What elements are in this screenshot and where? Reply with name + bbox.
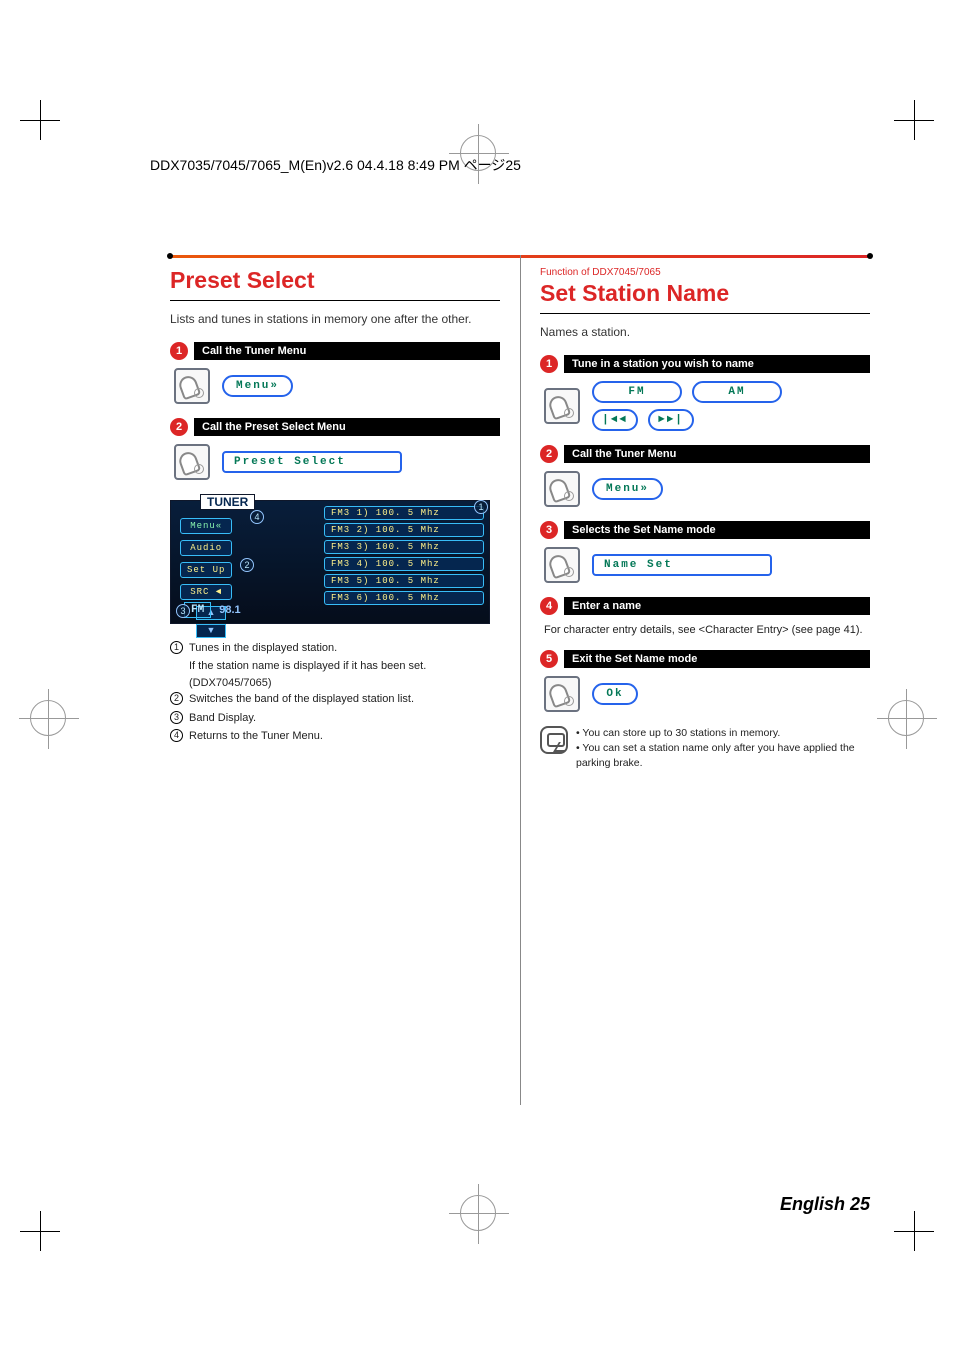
step-number: 1 (540, 355, 558, 373)
step-number: 3 (540, 521, 558, 539)
touch-icon (544, 676, 580, 712)
shot-menu-button[interactable]: Menu« (180, 518, 232, 534)
set-station-name-section: Function of DDX7045/7065 Set Station Nam… (540, 267, 870, 770)
section-title: Preset Select (170, 267, 500, 294)
section-subtitle: Lists and tunes in stations in memory on… (170, 311, 500, 328)
preset-row[interactable]: FM3 2) 100. 5 Mhz (324, 523, 484, 537)
ok-button[interactable]: Ok (592, 683, 638, 705)
preset-row[interactable]: FM3 6) 100. 5 Mhz (324, 591, 484, 605)
touch-icon (544, 547, 580, 583)
preset-row[interactable]: FM3 5) 100. 5 Mhz (324, 574, 484, 588)
step-title: Call the Preset Select Menu (194, 418, 500, 436)
preset-select-section: Preset Select Lists and tunes in station… (170, 267, 500, 770)
step-title: Selects the Set Name mode (564, 521, 870, 539)
prev-button[interactable]: |◄◄ (592, 409, 638, 431)
am-button[interactable]: AM (692, 381, 782, 403)
touch-icon (174, 368, 210, 404)
step-number: 2 (540, 445, 558, 463)
fm-button[interactable]: FM (592, 381, 682, 403)
step-title: Tune in a station you wish to name (564, 355, 870, 373)
step-number: 4 (540, 597, 558, 615)
next-button[interactable]: ►►| (648, 409, 694, 431)
note-text: • You can store up to 30 stations in mem… (576, 726, 870, 741)
note-icon (540, 726, 568, 754)
step-note: For character entry details, see <Charac… (544, 623, 870, 638)
menu-button[interactable]: Menu» (592, 478, 663, 500)
shot-audio-button[interactable]: Audio (180, 540, 232, 556)
function-note: Function of DDX7045/7065 (540, 267, 870, 278)
section-title: Set Station Name (540, 280, 870, 307)
touch-icon (544, 388, 580, 424)
step-title: Enter a name (564, 597, 870, 615)
preset-row[interactable]: FM3 3) 100. 5 Mhz (324, 540, 484, 554)
touch-icon (174, 444, 210, 480)
page-footer: English 25 (780, 1194, 870, 1215)
callout-1: 1 (474, 500, 488, 514)
name-set-button[interactable]: Name Set (592, 554, 772, 576)
step-title: Call the Tuner Menu (194, 342, 500, 360)
preset-select-button[interactable]: Preset Select (222, 451, 402, 473)
touch-icon (544, 471, 580, 507)
tuner-screenshot: TUNER Menu« Audio Set Up SRC ◄ ▲ ▼ FM3 1… (170, 494, 490, 624)
shot-setup-button[interactable]: Set Up (180, 562, 232, 578)
step-number: 2 (170, 418, 188, 436)
step-number: 5 (540, 650, 558, 668)
shot-frequency: 98.1 (219, 604, 240, 616)
print-header: DDX7035/7045/7065_M(En)v2.6 04.4.18 8:49… (150, 155, 521, 175)
step-number: 1 (170, 342, 188, 360)
shot-title: TUNER (200, 494, 255, 510)
menu-button[interactable]: Menu» (222, 375, 293, 397)
shot-src-button[interactable]: SRC ◄ (180, 584, 232, 600)
callout-2: 2 (240, 558, 254, 572)
section-subtitle: Names a station. (540, 324, 870, 341)
note-text: • You can set a station name only after … (576, 741, 870, 770)
preset-row[interactable]: FM3 4) 100. 5 Mhz (324, 557, 484, 571)
shot-down-button[interactable]: ▼ (196, 624, 226, 638)
callout-3: 3 (176, 604, 190, 618)
preset-row[interactable]: FM3 1) 100. 5 Mhz (324, 506, 484, 520)
callout-4: 4 (250, 510, 264, 524)
step-title: Exit the Set Name mode (564, 650, 870, 668)
step-title: Call the Tuner Menu (564, 445, 870, 463)
legend: 1Tunes in the displayed station. If the … (170, 640, 500, 745)
